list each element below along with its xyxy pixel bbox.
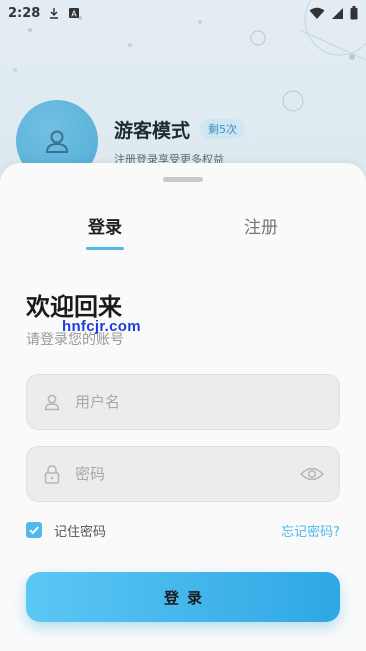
password-input[interactable] <box>75 465 299 483</box>
eye-icon[interactable] <box>299 463 325 485</box>
wifi-icon <box>309 7 325 19</box>
svg-text:A: A <box>72 10 78 19</box>
sheet-drag-handle[interactable] <box>163 177 203 182</box>
welcome-heading: 欢迎回来 <box>26 293 122 321</box>
login-button[interactable]: 登录 <box>26 572 340 622</box>
forgot-password-link[interactable]: 忘记密码? <box>281 521 340 540</box>
remaining-count-badge: 剩5次 <box>200 119 246 139</box>
user-icon <box>41 391 63 413</box>
auth-tabs: 登录 注册 <box>0 213 366 253</box>
username-field[interactable] <box>26 374 340 430</box>
active-tab-indicator <box>86 247 124 250</box>
tab-login[interactable]: 登录 <box>65 213 145 238</box>
status-time: 2:28 <box>8 5 41 21</box>
username-input[interactable] <box>75 393 325 411</box>
status-bar: 2:28 A <box>0 0 366 26</box>
password-field[interactable] <box>26 446 340 502</box>
signal-icon <box>332 7 343 19</box>
a-box-icon: A <box>69 8 80 19</box>
remember-label: 记住密码 <box>54 524 107 540</box>
watermark-text: hnfcjr.com <box>62 318 141 335</box>
remember-row: 记住密码 忘记密码? <box>26 519 340 541</box>
battery-icon <box>350 6 358 20</box>
download-icon <box>50 8 59 19</box>
guest-mode-title: 游客模式 <box>114 119 191 142</box>
remember-checkbox[interactable] <box>26 522 42 538</box>
tab-register[interactable]: 注册 <box>221 213 301 238</box>
lock-icon <box>41 463 63 485</box>
check-icon <box>29 526 39 535</box>
login-bottom-sheet: 登录 注册 欢迎回来 请登录您的账号 hnfcjr.com 用户名 记住密码 忘… <box>0 163 366 651</box>
person-icon <box>45 130 69 153</box>
